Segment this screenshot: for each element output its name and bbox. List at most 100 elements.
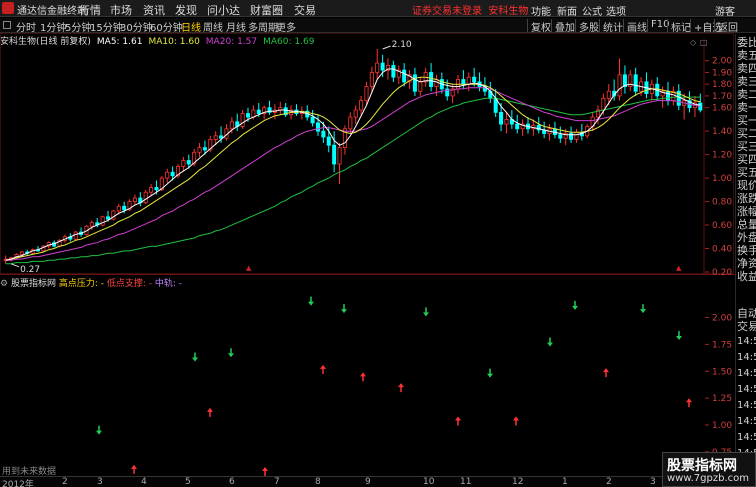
sell-signal-arrow-head [96,430,102,435]
candle-body [19,251,24,255]
buy-signal-arrow-head [603,368,609,373]
candle-body [402,69,407,83]
indicator-y-tick-label: 2.00 [712,314,732,324]
candle-body [229,121,234,130]
candle-body [412,74,417,92]
annotation-leader [382,45,391,50]
candle-body [116,205,121,212]
sidebar-row: 委比 [737,36,756,49]
sell-signal-arrow-head [640,309,646,314]
date-label: 1 [562,477,568,487]
sidebar-row: 卖五 [737,49,756,62]
main-panel-border [0,33,734,274]
candle-body [240,113,245,127]
candle-body [310,116,315,124]
indicator-header: ⚙ 股票指标网 高点压力: - 低点支撑: - 中轨: - [0,276,182,289]
y-tick-label: 1.20 [712,151,732,161]
sidebar-time-row: 14:50 [737,416,756,427]
candle-body [364,86,369,102]
candle-body [369,72,374,87]
candle-body [154,187,159,191]
date-label: 4 [141,477,147,487]
sell-signal-arrow-head [676,336,682,340]
y-tick-label: 1.60 [712,104,732,114]
y-tick-label: 1.90 [712,68,732,78]
sidebar-row: 总量 [737,218,756,231]
sidebar-time-row: 14:50 [737,400,756,411]
y-tick-label: 1.00 [712,174,732,184]
indicator-gear-icon[interactable]: ⚙ [0,279,8,289]
candle-body [202,147,207,151]
sell-signal-arrow-head [341,309,347,314]
candle-body [170,171,175,177]
candle-body [149,187,154,193]
candle-body [337,147,342,165]
candle-body [332,144,337,165]
candle-body [429,72,434,87]
sidebar-time-row: 14:50 [737,384,756,395]
candle-body [499,111,504,125]
candle-body [418,81,423,92]
sidebar-row: 买四 [737,153,756,166]
date-label: 9 [365,477,371,487]
candle-body [100,216,105,226]
buy-signal-arrow-head [686,398,692,403]
sidebar-time-row: 14:50 [737,352,756,363]
buy-signal-arrow-head [455,416,461,421]
y-tick-label: 2.00 [712,57,732,67]
sell-signal-arrow-head [572,305,578,310]
candle-body [558,134,563,139]
candle-body [256,109,261,114]
sidebar-row: 现价 [737,179,756,192]
buy-signal-arrow-head [131,464,137,469]
date-label: 2 [62,477,68,487]
candle-body [197,147,202,153]
candle-body [601,97,606,111]
date-label: 6 [229,477,235,487]
candle-body [348,116,353,130]
candle-body [105,216,111,220]
candle-body [353,109,358,118]
date-label: 5 [185,477,191,487]
date-axis: 2012年 2 3 4 5 6 7 8 9 10 11 12 1 2 3 [0,476,735,487]
sell-signal-arrow-head [423,312,429,317]
sidebar-row: 卖三 [737,75,756,88]
indicator-y-tick-label: 1.25 [712,394,732,404]
y-tick-label: 0.40 [712,245,732,255]
date-label: 3 [650,477,656,487]
sidebar-row: 买三 [737,140,756,153]
ma5-line [5,68,701,261]
candle-body [143,191,148,204]
month-marker: ▲ [676,264,682,272]
candle-body [504,119,509,125]
candle-body [574,131,579,140]
date-label: 8 [315,477,321,487]
candle-body [181,160,186,167]
candle-body [213,135,218,140]
sidebar-row: 卖二 [737,88,756,101]
annotation-label: 0.27 [20,265,40,275]
sidebar-row: 买二 [737,127,756,140]
sidebar-row: 涨幅 [737,205,756,218]
candle-body [315,122,321,132]
date-label: 3 [97,477,103,487]
candle-body [380,62,385,71]
candle-body [391,65,396,78]
diamond-icon: ◇ [690,38,697,47]
y-tick-label: 0.20 [712,268,732,278]
candle-body [606,90,611,99]
y-tick-label: 0.80 [712,198,732,208]
candle-body [434,79,439,87]
date-label: 11 [460,477,472,487]
candle-body [515,123,520,130]
candle-body [89,222,94,227]
buy-signal-arrow-head [513,416,519,421]
candle-body [251,109,256,118]
candle-body [461,79,466,85]
maximize-icon: □ [700,38,708,47]
sidebar-lower-row: 自动 [737,307,756,320]
sell-signal-arrow-head [192,357,198,362]
candle-body [321,130,326,138]
watermark: 股票指标网 www.7gpzb.com [662,452,756,487]
chart-canvas[interactable]: 2.001.901.801.701.601.401.201.000.800.60… [0,0,735,476]
